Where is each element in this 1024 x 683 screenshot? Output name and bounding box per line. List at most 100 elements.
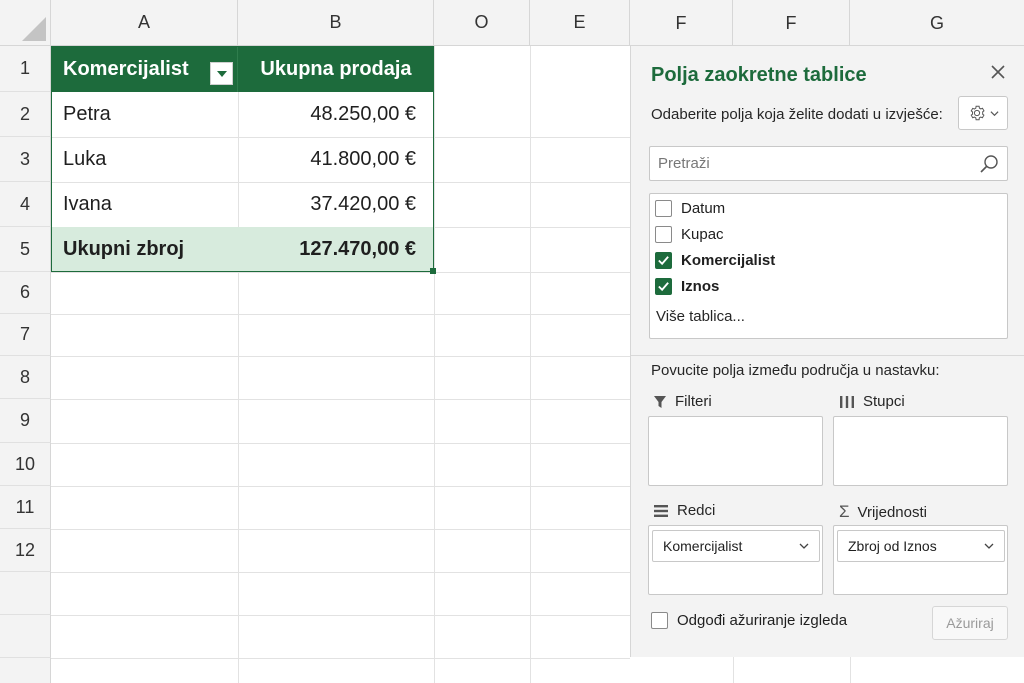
column-header-b[interactable]: B (238, 0, 434, 46)
columns-label: Stupci (863, 393, 905, 410)
field-item-kupac[interactable]: Kupac (655, 222, 724, 246)
column-header-e[interactable]: E (530, 0, 630, 46)
row-header-blank[interactable] (0, 615, 51, 658)
row-header-12[interactable]: 12 (0, 529, 51, 572)
search-input[interactable] (658, 147, 968, 180)
field-item-komercijalist[interactable]: Komercijalist (655, 248, 775, 272)
gridline (51, 529, 630, 530)
gridline (434, 46, 435, 683)
rows-icon (654, 504, 668, 517)
field-item-datum[interactable]: Datum (655, 196, 725, 220)
row-header-8[interactable]: 8 (0, 356, 51, 399)
pivot-header-total-sales[interactable]: Ukupna prodaja (238, 46, 434, 92)
field-search-box[interactable] (649, 146, 1008, 181)
defer-label: Odgođi ažuriranje izgleda (677, 612, 848, 629)
values-drop-zone[interactable]: Zbroj od Iznos (833, 525, 1008, 595)
pivot-grand-total-label[interactable]: Ukupni zbroj (51, 227, 238, 272)
checkmark-icon (658, 255, 669, 265)
fill-handle[interactable] (430, 268, 436, 274)
filters-label: Filteri (675, 393, 712, 410)
filters-drop-zone[interactable] (648, 416, 823, 486)
defer-layout-update[interactable]: Odgođi ažuriranje izgleda (651, 612, 847, 629)
column-header-o[interactable]: O (434, 0, 530, 46)
gridline (51, 356, 630, 357)
chevron-down-icon (799, 543, 809, 549)
pivot-row-name[interactable]: Ivana (51, 182, 238, 227)
column-header-f[interactable]: F (733, 0, 850, 46)
search-icon[interactable] (979, 154, 999, 174)
drag-fields-instruction: Povucite polja između područja u nastavk… (651, 362, 940, 379)
pivot-row-value[interactable]: 41.800,00 € (238, 137, 434, 182)
more-tables-link[interactable]: Više tablica... (656, 308, 745, 325)
field-checkbox[interactable] (655, 277, 672, 295)
gridline (51, 443, 630, 444)
row-header-5[interactable]: 5 (0, 227, 51, 272)
row-header-4[interactable]: 4 (0, 182, 51, 227)
rows-drop-zone[interactable]: Komercijalist (648, 525, 823, 595)
pivot-grand-total-value[interactable]: 127.470,00 € (238, 227, 434, 272)
grid-below-panel (630, 657, 1024, 683)
columns-icon (840, 395, 854, 408)
choose-fields-instruction: Odaberite polja koja želite dodati u izv… (651, 106, 943, 123)
rows-area-label: Redci (653, 502, 715, 519)
sigma-icon: Σ (839, 502, 850, 521)
divider (631, 355, 1024, 356)
pivot-row-name[interactable]: Petra (51, 92, 238, 137)
filters-area-label: Filteri (653, 393, 712, 410)
values-area-label: Σ Vrijednosti (839, 502, 927, 522)
chevron-down-icon (984, 543, 994, 549)
row-header-9[interactable]: 9 (0, 399, 51, 443)
filter-icon (654, 395, 666, 408)
field-label: Komercijalist (681, 251, 776, 269)
row-header-3[interactable]: 3 (0, 137, 51, 182)
pivot-row-value[interactable]: 37.420,00 € (238, 182, 434, 227)
field-checkbox[interactable] (655, 225, 672, 243)
field-label: Datum (681, 199, 726, 217)
tools-button[interactable] (958, 96, 1008, 130)
row-header-11[interactable]: 11 (0, 486, 51, 529)
column-header-f[interactable]: F (630, 0, 733, 46)
field-checkbox[interactable] (655, 199, 672, 217)
row-header-10[interactable]: 10 (0, 443, 51, 486)
field-label: Iznos (681, 277, 720, 295)
gridline (530, 46, 531, 683)
filter-dropdown-button[interactable] (210, 62, 233, 85)
row-header-blank[interactable] (0, 658, 51, 683)
chevron-down-icon (989, 110, 999, 116)
gridline (51, 572, 630, 573)
gridline (51, 272, 630, 273)
column-header-a[interactable]: A (51, 0, 238, 46)
gridline (51, 486, 630, 487)
field-item-iznos[interactable]: Iznos (655, 274, 719, 298)
pivot-row-value[interactable]: 48.250,00 € (238, 92, 434, 137)
rows-field-label: Komercijalist (663, 538, 743, 554)
row-header-blank[interactable] (0, 572, 51, 615)
pivot-row-name[interactable]: Luka (51, 137, 238, 182)
gridline (51, 658, 630, 659)
pivot-header-salesperson[interactable]: Komercijalist (51, 46, 238, 92)
gear-icon (970, 105, 985, 121)
row-header-6[interactable]: 6 (0, 272, 51, 314)
row-header-2[interactable]: 2 (0, 92, 51, 137)
values-field-pill[interactable]: Zbroj od Iznos (837, 530, 1005, 562)
rows-field-pill[interactable]: Komercijalist (652, 530, 820, 562)
pivot-header-salesperson-label: Komercijalist (63, 57, 189, 80)
select-all-corner[interactable] (0, 0, 51, 46)
field-label: Kupac (681, 225, 724, 243)
worksheet-grid: A B O E 1 2 3 4 5 6 7 8 9 10 11 12 Komer… (0, 0, 630, 683)
column-header-g[interactable]: G (850, 0, 1024, 46)
row-header-1[interactable]: 1 (0, 46, 51, 92)
update-button[interactable]: Ažuriraj (932, 606, 1008, 640)
spreadsheet-app: A B O E 1 2 3 4 5 6 7 8 9 10 11 12 Komer… (0, 0, 1024, 683)
values-field-label: Zbroj od Iznos (848, 538, 937, 554)
columns-drop-zone[interactable] (833, 416, 1008, 486)
rows-label: Redci (677, 502, 716, 519)
defer-checkbox[interactable] (651, 612, 668, 629)
columns-area-label: Stupci (839, 393, 905, 410)
close-icon[interactable] (988, 62, 1008, 82)
field-checkbox[interactable] (655, 251, 672, 269)
row-header-7[interactable]: 7 (0, 314, 51, 356)
checkmark-icon (658, 281, 669, 291)
column-header-strip: F F G (630, 0, 1024, 46)
pivot-fields-panel: Polja zaokretne tablice Odaberite polja … (630, 46, 1024, 657)
